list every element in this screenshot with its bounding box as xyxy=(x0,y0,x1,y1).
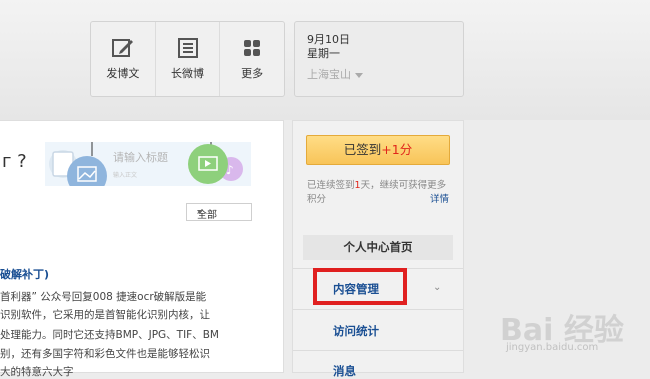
signin-note-line2: 积分 xyxy=(307,194,327,205)
signin-note: 已连续签到1天，继续可获得更多 xyxy=(307,177,446,191)
signin-label: 已签到 xyxy=(343,142,382,157)
long-post-icon xyxy=(177,38,198,58)
personal-center-home[interactable]: 个人中心首页 xyxy=(303,235,453,260)
location-text: 上海宝山 xyxy=(307,68,351,81)
note-suffix: 天，继续可获得更多 xyxy=(360,180,447,191)
filter-select[interactable]: 全部 xyxy=(186,203,252,221)
highlight-box xyxy=(313,268,407,305)
menu-item-visit-stats[interactable]: 访问统计 xyxy=(333,323,379,339)
grid-icon xyxy=(244,40,261,56)
chevron-down-icon xyxy=(355,72,363,78)
right-sidebar: 已签到+1分 已连续签到1天，继续可获得更多 积分 详情 个人中心首页 内容管理… xyxy=(292,120,464,378)
article-title[interactable]: 破解补丁) xyxy=(0,266,49,282)
date-weather-box: 9月10日 星期一 上海宝山 xyxy=(294,21,464,97)
signin-button[interactable]: 已签到+1分 xyxy=(306,135,450,165)
publish-toolbox: 发博文 长微博 更多 xyxy=(90,21,285,97)
body-placeholder: 输入正文 xyxy=(113,172,138,179)
article-line: 处理能力。同时它还支持BMP、JPG、TIF、BM xyxy=(0,329,219,341)
watermark-url: jingyan.baidu.com xyxy=(506,342,599,353)
divider xyxy=(293,309,463,310)
menu-item-messages[interactable]: 消息 xyxy=(333,363,356,379)
title-placeholder: 请输入标题 xyxy=(113,151,168,164)
post-weibo-button[interactable]: 发博文 xyxy=(91,22,156,96)
article-line: 识别软件，它采用的是首智能化识别内核，让 xyxy=(0,309,210,321)
weekday-text: 星期一 xyxy=(307,47,340,60)
note-prefix: 已连续签到 xyxy=(307,180,355,191)
top-bar: 发博文 长微博 更多 9月10日 星期一 上海宝山 xyxy=(0,0,650,120)
details-link[interactable]: 详情 xyxy=(430,191,449,205)
article-line: 首利器” 公众号回复008 捷速ocr破解版是能 xyxy=(0,291,207,303)
divider xyxy=(293,350,463,351)
location-selector[interactable]: 上海宝山 xyxy=(307,66,363,82)
compose-banner[interactable]: ♪ 请输入标题 输入正文 xyxy=(45,142,251,186)
expand-icon[interactable]: ⌄ xyxy=(433,282,441,293)
article-line: 别，还有多国字符和彩色文件也是能够轻松识 xyxy=(0,348,210,360)
heading-fragment: г ? xyxy=(2,151,27,172)
chevron-down-icon xyxy=(197,210,203,214)
content-panel: г ? ♪ 请输入标题 输入正文 全部 破解补丁) 首利器” 公众号回复008 … xyxy=(0,120,284,378)
post-weibo-label: 发博文 xyxy=(106,67,140,80)
more-button[interactable]: 更多 xyxy=(220,22,284,96)
long-weibo-button[interactable]: 长微博 xyxy=(156,22,221,96)
signin-points: +1分 xyxy=(381,142,413,157)
edit-icon xyxy=(111,39,133,57)
more-label: 更多 xyxy=(241,67,264,80)
article-line: 大的特意六大字 xyxy=(0,366,74,378)
long-weibo-label: 长微博 xyxy=(171,67,204,80)
